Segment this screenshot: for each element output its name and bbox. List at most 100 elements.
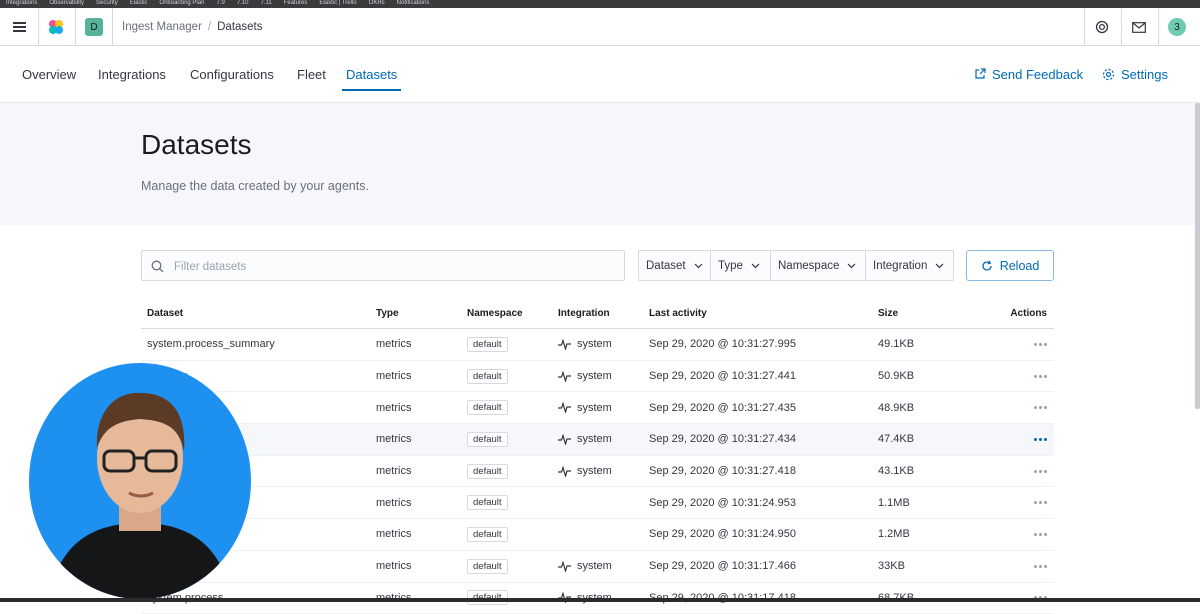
dataset-type: metrics <box>376 456 411 487</box>
dataset-size: 1.1MB <box>878 487 910 518</box>
column-header-dataset[interactable]: Dataset <box>147 299 183 328</box>
row-actions-button[interactable] <box>1034 551 1047 582</box>
row-actions-button[interactable] <box>1034 487 1047 518</box>
elastic-logo[interactable] <box>38 8 74 46</box>
row-actions-button[interactable] <box>1034 456 1047 487</box>
integration-cell: system <box>558 392 612 423</box>
namespace-badge: default <box>467 559 508 574</box>
column-header-type[interactable]: Type <box>376 299 399 328</box>
bookmark-item[interactable]: Security <box>96 0 118 6</box>
bookmark-item[interactable]: Elastic | Trello <box>319 0 356 6</box>
settings-link[interactable]: Settings <box>1102 46 1168 102</box>
row-actions-button[interactable] <box>1034 519 1047 550</box>
integration-cell: system <box>558 424 612 455</box>
bookmark-item[interactable]: Elastic <box>130 0 148 6</box>
send-feedback-link[interactable]: Send Feedback <box>974 46 1083 102</box>
bookmark-item[interactable]: OKRs <box>369 0 385 6</box>
column-header-last-activity[interactable]: Last activity <box>649 299 707 328</box>
bookmark-item[interactable]: Features <box>284 0 308 6</box>
dataset-type: metrics <box>376 361 411 392</box>
integration-name: system <box>577 338 612 350</box>
browser-bookmarks-bar: Integrations Observability Security Elastic… <box>0 0 1200 8</box>
namespace-cell: default <box>467 551 508 582</box>
tab-configurations[interactable]: Configurations <box>190 46 274 102</box>
page-title: Datasets <box>141 129 252 161</box>
external-link-icon <box>974 68 986 80</box>
reload-button[interactable]: Reload <box>966 250 1054 281</box>
ellipsis-icon <box>1034 406 1047 409</box>
integration-name: system <box>577 560 612 572</box>
breadcrumb-datasets: Datasets <box>217 21 262 33</box>
bookmark-item[interactable]: Observability <box>49 0 84 6</box>
filter-type-button[interactable]: Type <box>711 251 771 280</box>
filter-group: Dataset Type Namespace Integration <box>638 250 954 281</box>
bookmark-item[interactable]: 7.10 <box>237 0 249 6</box>
dataset-size: 50.9KB <box>878 361 914 392</box>
row-actions-button[interactable] <box>1034 329 1047 360</box>
bookmark-item[interactable]: 7.9 <box>216 0 224 6</box>
ellipsis-icon <box>1034 470 1047 473</box>
filter-namespace-button[interactable]: Namespace <box>771 251 866 280</box>
menu-button[interactable] <box>0 8 38 46</box>
row-actions-button[interactable] <box>1034 361 1047 392</box>
last-activity: Sep 29, 2020 @ 10:31:24.953 <box>649 487 796 518</box>
integration-name: system <box>577 370 612 382</box>
last-activity: Sep 29, 2020 @ 10:31:27.434 <box>649 424 796 455</box>
bookmark-item[interactable]: 7.11 <box>260 0 271 6</box>
integration-cell: system <box>558 329 612 360</box>
dataset-size: 47.4KB <box>878 424 914 455</box>
chevron-down-icon <box>694 263 703 269</box>
namespace-cell: default <box>467 456 508 487</box>
column-header-namespace[interactable]: Namespace <box>467 299 523 328</box>
breadcrumb: Ingest Manager / Datasets <box>122 8 263 46</box>
dataset-type: metrics <box>376 424 411 455</box>
system-integration-icon <box>558 371 571 382</box>
filter-integration-button[interactable]: Integration <box>866 251 953 280</box>
row-actions-button[interactable] <box>1034 424 1047 455</box>
integration-cell: system <box>558 551 612 582</box>
table-row: memorymetricsdefaultsystemSep 29, 2020 @… <box>141 361 1054 393</box>
table-body: system.process_summarymetricsdefaultsyst… <box>141 329 1054 614</box>
search-icon <box>151 260 164 273</box>
breadcrumb-ingest-manager[interactable]: Ingest Manager <box>122 21 202 33</box>
system-integration-icon <box>558 466 571 477</box>
page-scrollbar[interactable] <box>1195 103 1200 409</box>
ellipsis-icon <box>1034 375 1047 378</box>
tab-overview[interactable]: Overview <box>22 46 76 102</box>
tab-integrations[interactable]: Integrations <box>98 46 166 102</box>
search-field[interactable] <box>141 250 625 281</box>
column-header-size[interactable]: Size <box>878 299 898 328</box>
integration-name: system <box>577 433 612 445</box>
namespace-badge: default <box>467 527 508 542</box>
gear-icon <box>1102 68 1115 81</box>
dataset-size: 43.1KB <box>878 456 914 487</box>
news-feed-button[interactable] <box>1121 8 1157 46</box>
bookmark-item[interactable]: Integrations <box>6 0 37 6</box>
row-actions-button[interactable] <box>1034 392 1047 423</box>
bookmark-item[interactable]: Onboarding Plan <box>159 0 204 6</box>
datasets-table: Dataset Type Namespace Integration Last … <box>141 299 1054 614</box>
dataset-size: 49.1KB <box>878 329 914 360</box>
space-selector[interactable]: D <box>76 8 112 46</box>
search-input[interactable] <box>172 251 616 282</box>
user-menu-button[interactable]: 3 <box>1158 8 1196 46</box>
column-header-integration[interactable]: Integration <box>558 299 610 328</box>
tabs-bar: Overview Integrations Configurations Fle… <box>0 46 1200 103</box>
table-header: Dataset Type Namespace Integration Last … <box>141 299 1054 329</box>
table-row: icbeatmetricsdefaultSep 29, 2020 @ 10:31… <box>141 519 1054 551</box>
ellipsis-icon <box>1034 438 1047 441</box>
tab-datasets[interactable]: Datasets <box>346 46 397 102</box>
namespace-badge: default <box>467 432 508 447</box>
help-button[interactable] <box>1084 8 1120 46</box>
bookmark-item[interactable]: Notifications <box>397 0 430 6</box>
table-row: _summarymetricsdefaultsystemSep 29, 2020… <box>141 551 1054 583</box>
chevron-down-icon <box>751 263 760 269</box>
webcam-overlay <box>29 363 251 599</box>
mail-icon <box>1132 22 1146 33</box>
integration-name: system <box>577 402 612 414</box>
elastic-logo-icon <box>47 18 65 36</box>
last-activity: Sep 29, 2020 @ 10:31:27.435 <box>649 392 796 423</box>
filter-dataset-button[interactable]: Dataset <box>639 251 711 280</box>
tab-fleet[interactable]: Fleet <box>297 46 326 102</box>
page-header: Datasets Manage the data created by your… <box>0 103 1200 225</box>
